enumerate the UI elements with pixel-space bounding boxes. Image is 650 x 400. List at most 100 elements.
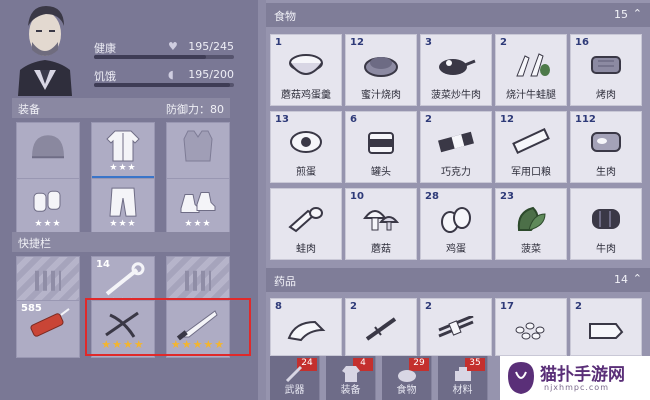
hunger-value: 195/200 [188, 68, 234, 81]
defense-value: 80 [210, 103, 224, 116]
medicine-item[interactable]: 2 [570, 298, 642, 356]
item-name: 菠菜炒牛肉 [431, 90, 481, 101]
stir-fry-icon [435, 51, 477, 83]
item-name: 蘑菇 [371, 244, 391, 255]
highlight-box [85, 298, 251, 356]
tab-label: 武器 [284, 385, 305, 396]
equip-slot-vest[interactable] [166, 122, 230, 180]
tab-weapons[interactable]: 24 武器 [270, 356, 320, 400]
watermark: 猫扑手游网 njxhmpc.com [500, 356, 650, 400]
medicine-category-header[interactable]: 药品 14 ⌃ [266, 268, 650, 292]
item-count: 12 [350, 37, 364, 48]
character-portrait[interactable] [10, 0, 80, 96]
soup-bowl-icon [286, 51, 326, 83]
watermark-logo-icon [504, 360, 538, 400]
equip-pants-stars: ★★★ [109, 219, 137, 229]
tab-label: 材料 [452, 385, 473, 396]
food-item[interactable]: 1 蘑菇鸡蛋羹 [270, 34, 342, 106]
defense-label: 防御力： [166, 103, 210, 116]
food-item[interactable]: 112 生肉 [570, 111, 642, 183]
medicine-item[interactable]: 17 [495, 298, 567, 356]
item-count: 16 [575, 37, 589, 48]
item-name: 蜜汁烧肉 [361, 90, 401, 101]
eggs-icon [438, 204, 474, 238]
food-item[interactable]: 10 蘑菇 [345, 188, 417, 260]
equip-slot-gloves[interactable]: ★★★ [16, 178, 80, 236]
item-name: 菠菜 [521, 244, 541, 255]
hunger-bar [94, 83, 234, 87]
pants-icon [106, 186, 140, 222]
mushroom-icon [361, 204, 401, 238]
item-name: 军用口粮 [511, 167, 551, 178]
equip-slot-pants[interactable]: ★★★ [91, 178, 155, 236]
medicine-item[interactable]: 2 [420, 298, 492, 356]
beef-icon [588, 205, 624, 237]
item-count: 3 [425, 37, 432, 48]
item-name: 牛肉 [596, 244, 616, 255]
gloves-icon [30, 187, 66, 221]
item-name: 生肉 [596, 167, 616, 178]
item-count: 13 [275, 114, 289, 125]
medicine-category-title: 药品 [274, 275, 296, 288]
food-item[interactable]: 2 巧克力 [420, 111, 492, 183]
food-item[interactable]: 2 烧汁牛蛙腿 [495, 34, 567, 106]
item-count: 2 [500, 37, 507, 48]
item-name: 鸡蛋 [446, 244, 466, 255]
health-value: 195/245 [188, 40, 234, 53]
food-item[interactable]: 16 烤肉 [570, 34, 642, 106]
food-item[interactable]: 12 蜜汁烧肉 [345, 34, 417, 106]
item-count: 2 [425, 301, 432, 312]
medicine-item[interactable]: 2 [345, 298, 417, 356]
item-count: 17 [500, 301, 514, 312]
chevron-up-icon[interactable]: ⌃ [633, 272, 642, 285]
food-item[interactable]: 3 菠菜炒牛肉 [420, 34, 492, 106]
fried-egg-icon [288, 129, 324, 159]
equip-slot-helmet[interactable] [16, 122, 80, 180]
bandage-icon [586, 316, 626, 346]
item-name: 烤肉 [596, 90, 616, 101]
equip-slot-jacket[interactable]: ★★★ [91, 122, 155, 180]
dynamite-icon [25, 307, 71, 345]
hunger-bar-fill [94, 83, 230, 87]
item-count: 28 [425, 191, 439, 202]
item-name: 煎蛋 [296, 167, 316, 178]
food-category-header[interactable]: 食物 15 ⌃ [266, 3, 650, 27]
item-count: 1 [275, 37, 282, 48]
food-category-count: 15 [614, 8, 628, 21]
food-item[interactable]: 蛙肉 [270, 188, 342, 260]
food-item[interactable]: 6 罐头 [345, 111, 417, 183]
item-count: 23 [500, 191, 514, 202]
item-name: 巧克力 [441, 167, 471, 178]
equip-shoes-stars: ★★★ [184, 219, 212, 229]
tab-food[interactable]: 29 食物 [382, 356, 432, 400]
item-count: 112 [575, 114, 596, 125]
food-item[interactable]: 13 煎蛋 [270, 111, 342, 183]
health-stat: 健康 ♥ 195/245 [94, 40, 234, 64]
health-bar-fill [94, 55, 206, 59]
food-item[interactable]: 28 鸡蛋 [420, 188, 492, 260]
hunger-stat: 饥饿 ◖ 195/200 [94, 68, 234, 92]
cast-icon [285, 316, 327, 346]
tab-materials[interactable]: 35 材料 [438, 356, 488, 400]
item-count: 2 [350, 301, 357, 312]
equip-slot-shoes[interactable]: ★★★ [166, 178, 230, 236]
frog-meat-icon [286, 205, 326, 237]
can-icon [363, 127, 399, 161]
splint-icon [435, 314, 477, 346]
tab-equipment[interactable]: 4 装备 [326, 356, 376, 400]
item-count: 12 [500, 114, 514, 125]
item-count: 10 [350, 191, 364, 202]
food-item[interactable]: 23 菠菜 [495, 188, 567, 260]
watermark-name: 猫扑手游网 [540, 365, 625, 385]
chevron-up-icon[interactable]: ⌃ [633, 7, 642, 20]
quickbar-header: 快捷栏 [12, 232, 230, 252]
food-item[interactable]: 牛肉 [570, 188, 642, 260]
empty-slot-icon [183, 269, 213, 297]
medicine-item[interactable]: 8 [270, 298, 342, 356]
roast-meat-icon [361, 51, 401, 83]
defense-stat: 防御力：80 [166, 101, 224, 117]
food-item[interactable]: 12 军用口粮 [495, 111, 567, 183]
vest-icon [180, 129, 216, 167]
item-count: 2 [425, 114, 432, 125]
quickbar-slot-4[interactable]: 585 [16, 300, 80, 358]
